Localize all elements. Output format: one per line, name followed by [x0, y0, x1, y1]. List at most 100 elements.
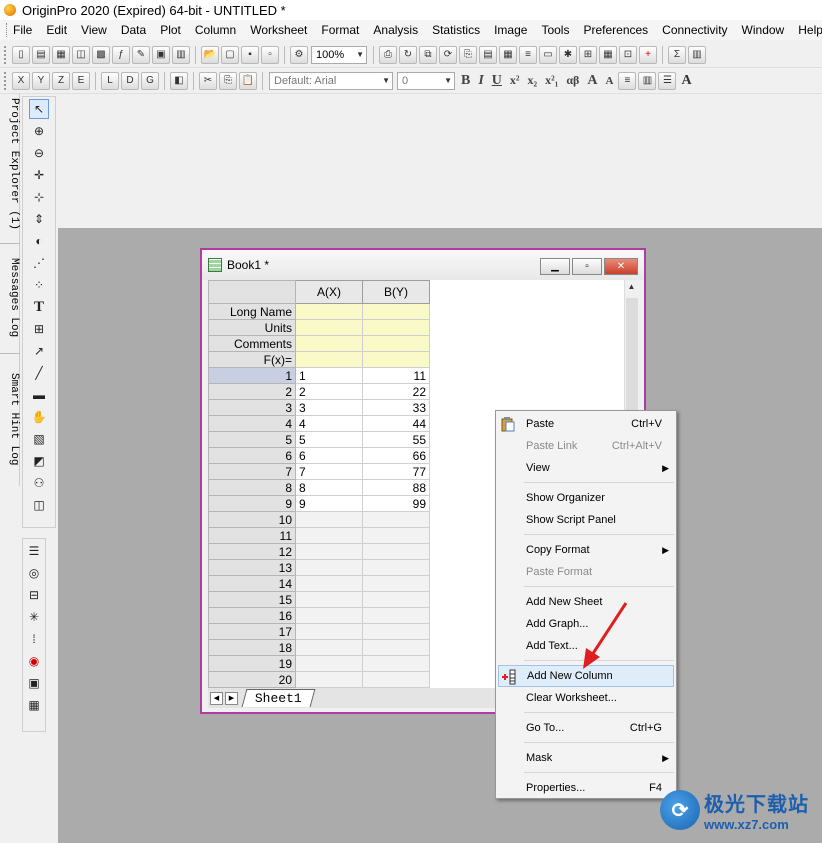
- project-explorer-icon[interactable]: ▤: [479, 45, 497, 64]
- menu-worksheet[interactable]: Worksheet: [250, 23, 307, 37]
- star-column-icon[interactable]: ✳: [24, 607, 44, 627]
- menu-item-paste-link[interactable]: Paste Link Ctrl+Alt+V: [496, 435, 676, 457]
- cell-b[interactable]: [362, 655, 430, 672]
- rectangle-tool-icon[interactable]: ▬: [29, 385, 49, 405]
- font-grow-icon[interactable]: A: [587, 73, 597, 89]
- record-icon[interactable]: ◉: [24, 651, 44, 671]
- menu-item-view[interactable]: View ▶: [496, 457, 676, 479]
- folder-tool-icon[interactable]: ▣: [24, 673, 44, 693]
- menu-tools[interactable]: Tools: [541, 23, 569, 37]
- column-y-icon[interactable]: Y: [32, 71, 50, 90]
- meta-cell[interactable]: [295, 303, 363, 320]
- column-formula-icon[interactable]: ⊟: [24, 585, 44, 605]
- zoom-in-icon[interactable]: ⊕: [29, 121, 49, 141]
- menu-item-copy-format[interactable]: Copy Format ▶: [496, 539, 676, 561]
- cell-b[interactable]: [362, 527, 430, 544]
- cell-b[interactable]: [362, 623, 430, 640]
- move-object-icon[interactable]: ⚇: [29, 473, 49, 493]
- results-log-icon[interactable]: ▦: [499, 45, 517, 64]
- menu-window[interactable]: Window: [742, 23, 785, 37]
- align-icon[interactable]: ≡: [618, 71, 637, 90]
- bold-icon[interactable]: B: [461, 73, 470, 89]
- meta-label[interactable]: Long Name: [208, 303, 296, 320]
- command-window-icon[interactable]: ▭: [539, 45, 557, 64]
- row-number[interactable]: 9: [208, 495, 296, 512]
- grid-dots-icon[interactable]: ⁞: [24, 629, 44, 649]
- cell-a[interactable]: 8: [295, 479, 363, 496]
- zoom-select[interactable]: 100% ▼: [311, 45, 367, 64]
- new-folder-icon[interactable]: ▤: [32, 45, 50, 64]
- screen-reader-icon[interactable]: ✛: [29, 165, 49, 185]
- copy-page-icon[interactable]: ⎘: [459, 45, 477, 64]
- open-template-icon[interactable]: ▢: [221, 45, 239, 64]
- save-icon[interactable]: ▪: [241, 45, 259, 64]
- meta-cell[interactable]: [295, 319, 363, 336]
- pointer-icon[interactable]: ↖: [29, 99, 49, 119]
- new-workbook-icon[interactable]: ▦: [52, 45, 70, 64]
- new-excel-icon[interactable]: ▥: [172, 45, 190, 64]
- refresh-icon[interactable]: ↻: [399, 45, 417, 64]
- menu-item-add-text[interactable]: Add Text...: [496, 635, 676, 657]
- scatter-icon[interactable]: ⁘: [29, 275, 49, 295]
- cell-b[interactable]: [362, 559, 430, 576]
- row-number[interactable]: 3: [208, 399, 296, 416]
- cell-a[interactable]: 4: [295, 415, 363, 432]
- paste-icon[interactable]: 📋: [239, 71, 257, 90]
- menu-edit[interactable]: Edit: [46, 23, 67, 37]
- menu-view[interactable]: View: [81, 23, 107, 37]
- cell-b[interactable]: [362, 543, 430, 560]
- new-matrix-icon[interactable]: ▩: [92, 45, 110, 64]
- add-column-icon[interactable]: +: [639, 45, 657, 64]
- menu-grip[interactable]: [6, 23, 7, 37]
- menu-image[interactable]: Image: [494, 23, 527, 37]
- new-function-icon[interactable]: ƒ: [112, 45, 130, 64]
- menu-column[interactable]: Column: [195, 23, 236, 37]
- set-value-icon[interactable]: ⊡: [619, 45, 637, 64]
- tab-smart-hint-log[interactable]: Smart Hint Log: [0, 369, 20, 469]
- code-builder-icon[interactable]: ✱: [559, 45, 577, 64]
- tab-project-explorer[interactable]: Project Explorer (1): [0, 94, 20, 244]
- align-rows-icon[interactable]: ☰: [24, 541, 44, 561]
- menu-item-show-organizer[interactable]: Show Organizer: [496, 487, 676, 509]
- workbook-title-bar[interactable]: Book1 * ▁ ▫ ✕: [202, 250, 644, 280]
- cell-a[interactable]: 5: [295, 431, 363, 448]
- row-number[interactable]: 6: [208, 447, 296, 464]
- cell-a[interactable]: [295, 559, 363, 576]
- data-selector-icon[interactable]: ⇕: [29, 209, 49, 229]
- bring-front-icon[interactable]: ◫: [29, 495, 49, 515]
- cell-a[interactable]: [295, 591, 363, 608]
- superscript-icon[interactable]: x²: [510, 73, 520, 88]
- table-tool-icon[interactable]: ▦: [24, 695, 44, 715]
- scroll-up-icon[interactable]: ▲: [628, 282, 636, 291]
- fill-pattern-icon[interactable]: ▥: [638, 71, 657, 90]
- menu-item-add-graph[interactable]: Add Graph...: [496, 613, 676, 635]
- hand-tool-icon[interactable]: ✋: [29, 407, 49, 427]
- subscript-icon[interactable]: x₂: [528, 73, 538, 88]
- underline-icon[interactable]: U: [492, 73, 502, 89]
- copy-icon[interactable]: ⎘: [219, 71, 237, 90]
- region-mask-icon[interactable]: ◐: [29, 231, 49, 251]
- new-notes-icon[interactable]: ✎: [132, 45, 150, 64]
- font-select[interactable]: Default: Arial ▼: [269, 71, 393, 90]
- toolbar-grip[interactable]: [4, 71, 8, 90]
- column-x-icon[interactable]: X: [12, 71, 30, 90]
- row-number[interactable]: 15: [208, 591, 296, 608]
- line-tool-icon[interactable]: ╱: [29, 363, 49, 383]
- menu-connectivity[interactable]: Connectivity: [662, 23, 727, 37]
- column-label-icon[interactable]: L: [101, 71, 119, 90]
- cell-a[interactable]: [295, 671, 363, 688]
- cell-b[interactable]: 11: [362, 367, 430, 384]
- cell-b[interactable]: 55: [362, 431, 430, 448]
- cell-a[interactable]: [295, 623, 363, 640]
- graph-object-icon[interactable]: ▧: [29, 429, 49, 449]
- meta-label[interactable]: Units: [208, 319, 296, 336]
- cell-a[interactable]: 6: [295, 447, 363, 464]
- column-z-icon[interactable]: Z: [52, 71, 70, 90]
- cell-a[interactable]: 3: [295, 399, 363, 416]
- row-number[interactable]: 14: [208, 575, 296, 592]
- font-color-icon[interactable]: A: [681, 73, 691, 89]
- row-number[interactable]: 4: [208, 415, 296, 432]
- cell-b[interactable]: [362, 511, 430, 528]
- column-header-b[interactable]: B(Y): [362, 280, 430, 304]
- row-number[interactable]: 2: [208, 383, 296, 400]
